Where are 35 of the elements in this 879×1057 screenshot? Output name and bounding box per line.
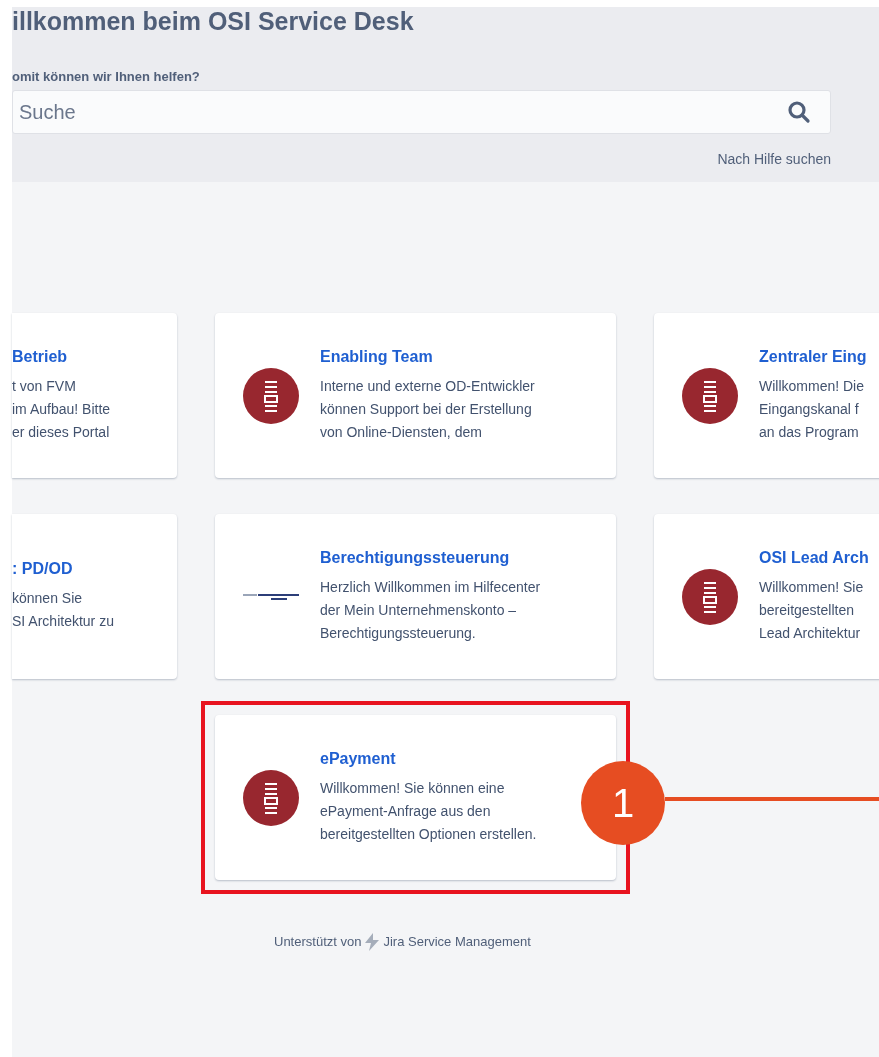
portal-card[interactable]: Berechtigungssteuerung Herzlich Willkommen im Hilfecenter der Mein Unternehmenskonto – Berechtigungssteuerung. — [215, 514, 616, 679]
portal-logo-icon — [243, 769, 299, 826]
search-label: omit können wir Ihnen helfen? — [12, 69, 200, 84]
card-title[interactable]: Zentraler Eing — [759, 347, 867, 366]
footer-text: Unterstützt von — [274, 934, 362, 949]
card-description: können Sie SI Architektur zu — [12, 589, 114, 631]
search-icon[interactable] — [787, 100, 811, 124]
card-title[interactable]: ePayment — [320, 749, 537, 768]
search-hint: Nach Hilfe suchen — [717, 151, 831, 167]
card-title[interactable]: OSI Lead Arch — [759, 548, 869, 567]
portal-card[interactable]: Zentraler Eing Willkommen! Die Eingangskanal f an das Program — [654, 313, 879, 478]
portal-card[interactable]: ePayment Willkommen! Sie können eine ePayment-Anfrage aus den bereitgestellten Optionen erstellen. — [215, 715, 616, 880]
card-description: Willkommen! Sie bereitgestellten Lead Architektur — [759, 577, 865, 643]
card-description: Interne und externe OD-Entwickler können Support bei der Erstellung von Online-Diensten, dem — [320, 376, 535, 442]
card-description: t von FVM im Aufbau! Bitte er dieses Portal — [12, 376, 111, 442]
callout-number: 1 — [581, 761, 665, 845]
card-title[interactable]: Berechtigungssteuerung — [320, 548, 541, 567]
card-description: Herzlich Willkommen im Hilfecenter der Mein Unternehmenskonto – Berechtigungssteuerung. — [320, 577, 541, 643]
card-description: Willkommen! Sie können eine ePayment-Anfrage aus den bereitgestellten Optionen erstellen. — [320, 778, 537, 844]
portal-logo-icon — [682, 367, 738, 424]
card-description: Willkommen! Die Eingangskanal f an das Program — [759, 376, 865, 442]
card-title[interactable]: Enabling Team — [320, 347, 535, 366]
portal-card[interactable]: Betrieb t von FVM im Aufbau! Bitte er dieses Portal — [12, 313, 177, 478]
product-name: Jira Service Management — [383, 934, 531, 949]
portal-card[interactable]: OSI Lead Arch Willkommen! Sie bereitgestellten Lead Architektur — [654, 514, 879, 679]
portal-card[interactable]: : PD/OD können Sie SI Architektur zu — [12, 514, 177, 679]
portal-card[interactable]: Enabling Team Interne und externe OD-Entwickler können Support bei der Erstellung von Online-Diensten, dem — [215, 313, 616, 478]
portal-logo-icon — [682, 568, 738, 625]
card-title[interactable]: : PD/OD — [12, 560, 114, 578]
search-field[interactable]: Suche — [12, 90, 831, 134]
card-title[interactable]: Betrieb — [12, 347, 111, 366]
company-logo-icon — [243, 592, 299, 601]
bolt-icon — [364, 932, 381, 951]
page-title: illkommen beim OSI Service Desk — [12, 7, 414, 35]
portal-logo-icon — [243, 367, 299, 424]
